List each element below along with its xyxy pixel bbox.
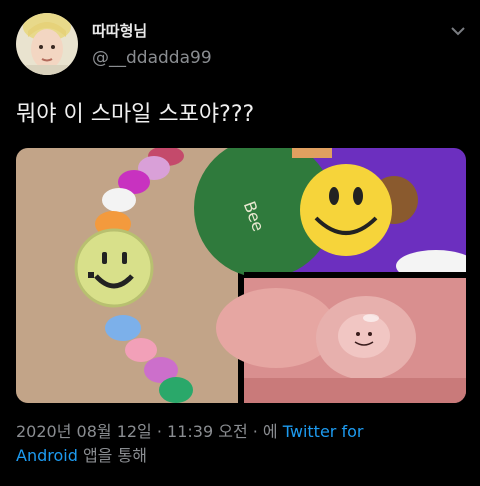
- media-image-sticker[interactable]: Bee: [194, 148, 466, 282]
- chevron-down-icon[interactable]: [450, 22, 466, 36]
- avatar-image: [16, 13, 78, 75]
- display-name[interactable]: 따따형님: [92, 20, 147, 41]
- tweet-meta: 2020년 08월 12일 · 11:39 오전 · 에 Twitter for…: [16, 420, 456, 468]
- media-image-nail[interactable]: [216, 278, 466, 403]
- source-suffix: 앱을 통해: [82, 446, 147, 465]
- tweet-text: 뭐야 이 스마일 스포야???: [16, 102, 255, 127]
- source-link-part1[interactable]: Twitter for: [283, 422, 364, 441]
- avatar[interactable]: [16, 13, 78, 75]
- source-link-part2[interactable]: Android: [16, 446, 78, 465]
- user-handle[interactable]: @__ddadda99: [92, 48, 212, 68]
- media-grid: Bee: [16, 148, 466, 403]
- timestamp: 2020년 08월 12일 · 11:39 오전 · 에: [16, 422, 278, 441]
